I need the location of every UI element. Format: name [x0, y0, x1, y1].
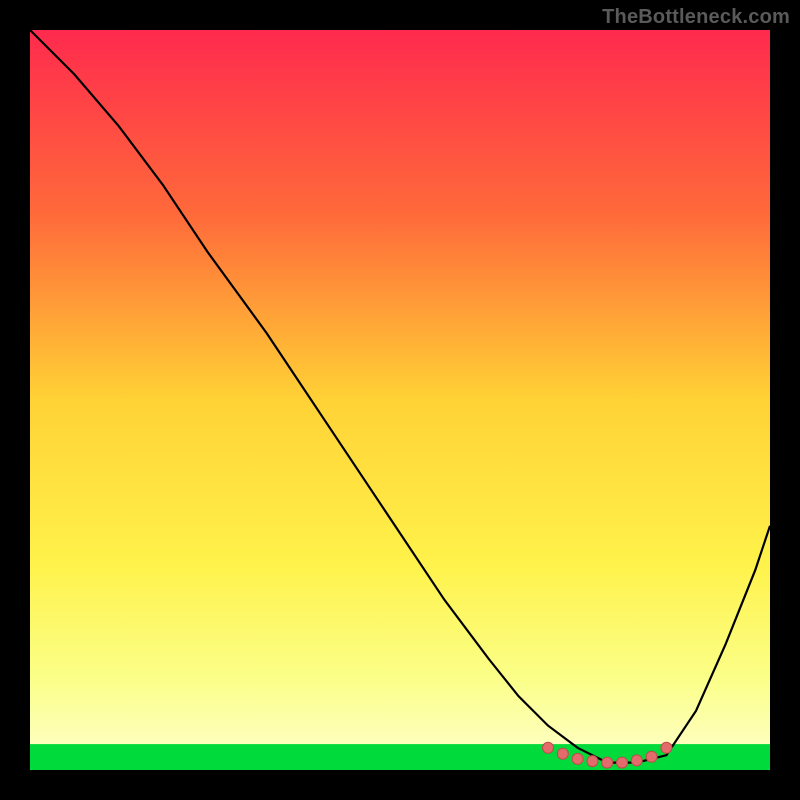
- highlight-dot: [587, 756, 598, 767]
- highlight-dot: [557, 748, 568, 759]
- plot-svg: [30, 30, 770, 770]
- highlight-dot: [543, 742, 554, 753]
- plot-area: [30, 30, 770, 770]
- chart-stage: TheBottleneck.com: [0, 0, 800, 800]
- gradient-background: [30, 30, 770, 770]
- highlight-dot: [602, 757, 613, 768]
- highlight-dot: [646, 751, 657, 762]
- highlight-dot: [631, 755, 642, 766]
- highlight-dot: [617, 757, 628, 768]
- highlight-dot: [661, 742, 672, 753]
- highlight-dot: [572, 753, 583, 764]
- watermark-text: TheBottleneck.com: [602, 6, 790, 29]
